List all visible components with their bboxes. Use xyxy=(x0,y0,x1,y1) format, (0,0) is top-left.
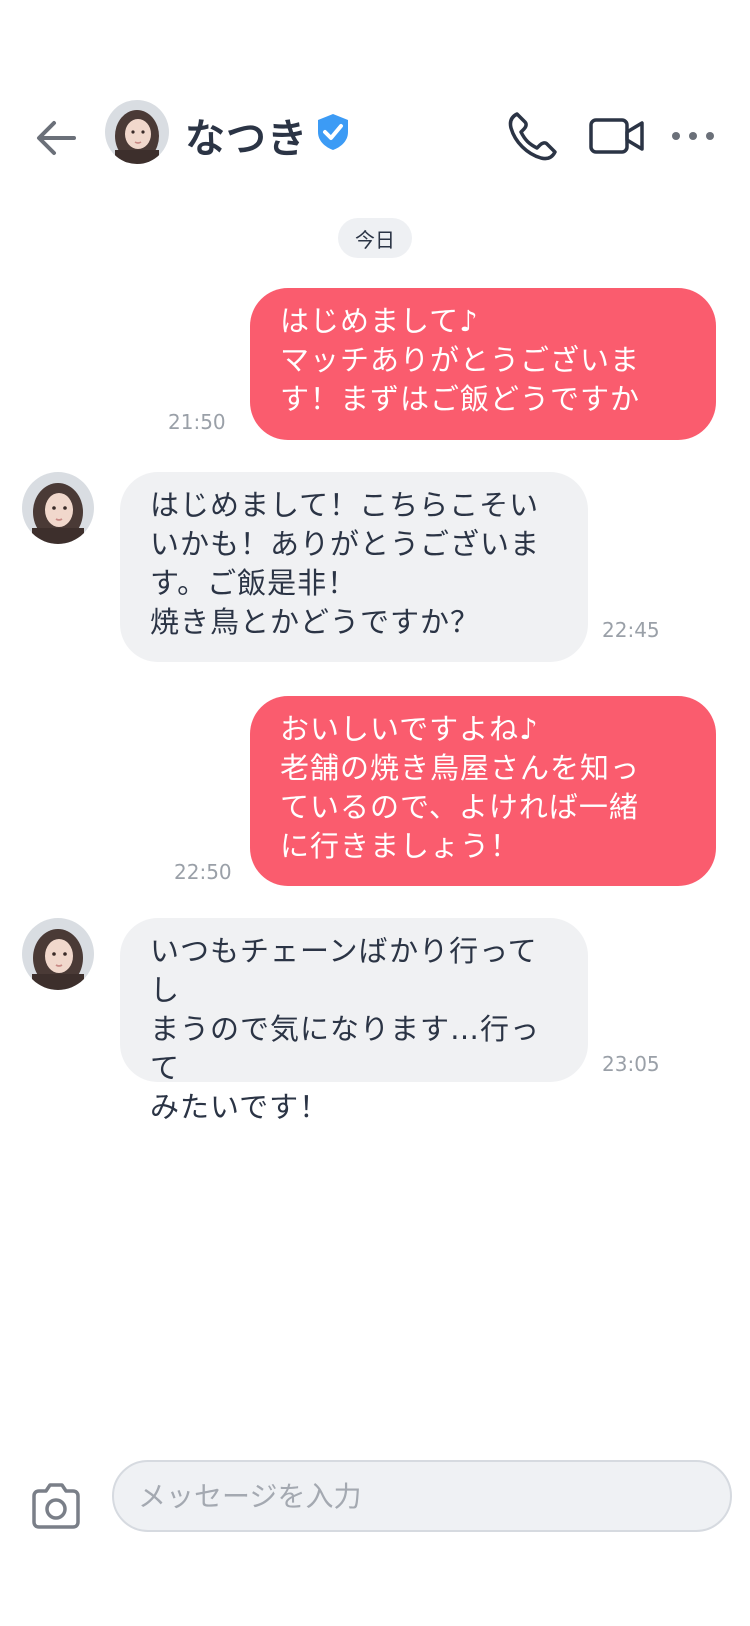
message-time: 22:45 xyxy=(602,618,660,642)
phone-icon xyxy=(508,112,557,161)
video-camera-icon xyxy=(589,118,644,154)
camera-button[interactable] xyxy=(30,1482,82,1530)
outgoing-message-bubble[interactable]: おいしいですよね♪ 老舗の焼き鳥屋さんを知っ ているので、よければ一緒 に行きま… xyxy=(250,696,716,886)
video-call-button[interactable] xyxy=(588,108,648,164)
contact-avatar[interactable] xyxy=(105,100,169,164)
message-time: 23:05 xyxy=(602,1052,660,1076)
verified-badge-icon xyxy=(313,112,353,152)
more-options-button[interactable] xyxy=(668,118,718,154)
incoming-message-bubble[interactable]: はじめまして！こちらこそい いかも！ありがとうございま す。ご飯是非！ 焼き鳥と… xyxy=(120,472,588,662)
message-time: 21:50 xyxy=(168,410,226,434)
chat-header: なつき xyxy=(0,90,750,170)
message-input[interactable] xyxy=(112,1460,732,1532)
more-horizontal-icon xyxy=(672,132,714,140)
message-composer xyxy=(0,1460,750,1550)
call-button[interactable] xyxy=(505,108,561,164)
contact-name: なつき xyxy=(185,116,308,162)
camera-icon xyxy=(32,1483,80,1529)
incoming-message-bubble[interactable]: いつもチェーンばかり行ってし まうので気になります…行って みたいです！ xyxy=(120,918,588,1124)
back-button[interactable] xyxy=(28,110,84,166)
date-divider: 今日 xyxy=(338,218,412,258)
chat-screen: なつき 今日 21:50 はじめまして♪ マッチありがとうございま す！まずはご… xyxy=(0,0,750,1626)
outgoing-message-bubble[interactable]: はじめまして♪ マッチありがとうございま す！まずはご飯どうですか xyxy=(250,288,716,440)
contact-avatar[interactable] xyxy=(22,918,94,990)
message-time: 22:50 xyxy=(174,860,232,884)
arrow-left-icon xyxy=(37,121,76,155)
contact-avatar[interactable] xyxy=(22,472,94,544)
